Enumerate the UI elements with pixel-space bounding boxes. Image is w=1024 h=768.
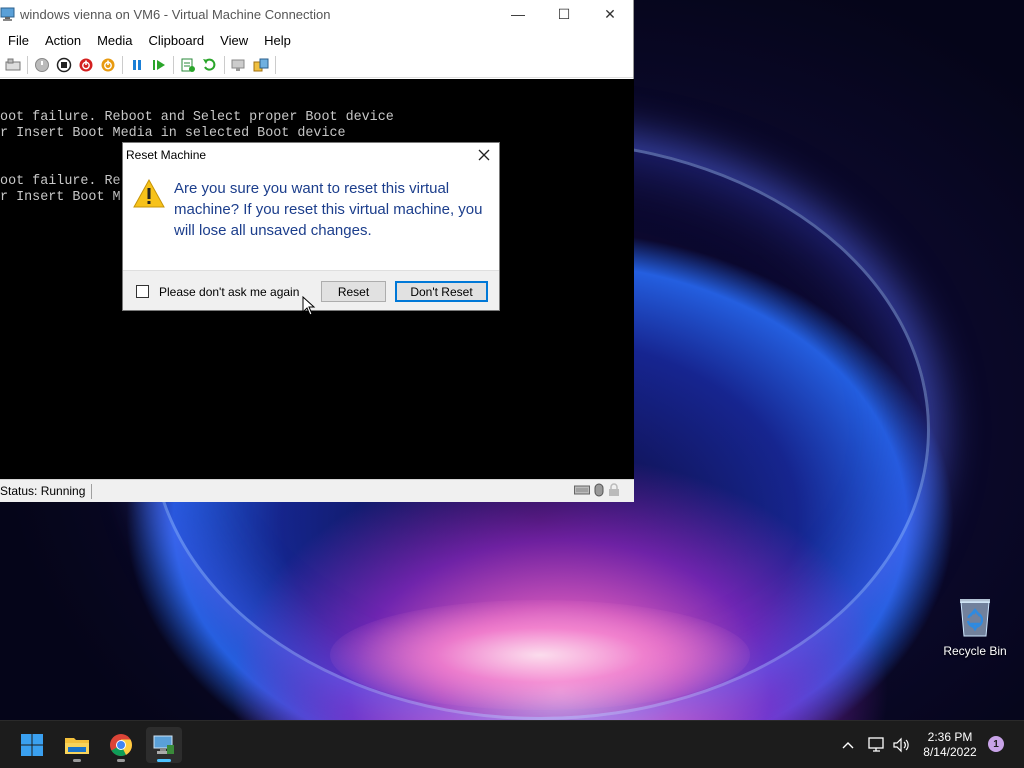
- windows-logo-icon: [21, 734, 43, 756]
- folder-icon: [65, 738, 89, 754]
- ctrl-alt-del-icon[interactable]: [2, 54, 24, 76]
- share-icon[interactable]: [250, 54, 272, 76]
- maximize-button[interactable]: ☐: [541, 0, 587, 28]
- menu-media[interactable]: Media: [89, 33, 140, 48]
- taskbar: 2:36 PM 8/14/2022: [0, 720, 1024, 768]
- close-window-button[interactable]: ✕: [587, 0, 633, 28]
- dialog-titlebar[interactable]: Reset Machine: [123, 143, 499, 167]
- system-tray: [838, 721, 914, 768]
- warning-icon: [133, 178, 165, 214]
- toolbar: [0, 52, 633, 78]
- console-line: or Insert Boot Media in selected Boot de…: [0, 126, 346, 141]
- volume-icon[interactable]: [890, 737, 914, 753]
- dialog-body: Are you sure you want to reset this virt…: [123, 167, 499, 270]
- clock-time: 2:36 PM: [927, 730, 973, 744]
- notification-badge[interactable]: 1: [988, 736, 1004, 752]
- window-titlebar[interactable]: windows vienna on VM6 - Virtual Machine …: [0, 0, 633, 28]
- toolbar-separator: [224, 55, 225, 74]
- toolbar-separator: [122, 55, 123, 74]
- dont-ask-again-checkbox[interactable]: [136, 285, 149, 298]
- start-icon[interactable]: [31, 54, 53, 76]
- active-indicator: [157, 759, 171, 762]
- menu-file[interactable]: File: [0, 33, 37, 48]
- revert-icon[interactable]: [199, 54, 221, 76]
- toolbar-separator: [173, 55, 174, 74]
- recycle-bin-label: Recycle Bin: [943, 644, 1007, 658]
- wallpaper-glow: [330, 600, 750, 710]
- clock[interactable]: 2:36 PM 8/14/2022: [912, 730, 988, 760]
- show-hidden-icons-chevron-icon[interactable]: [838, 741, 858, 749]
- menu-action[interactable]: Action: [37, 33, 89, 48]
- console-line: Boot failure. Reboot and Select proper B…: [0, 110, 394, 125]
- mouse-icon: [594, 483, 604, 500]
- menu-help[interactable]: Help: [256, 33, 299, 48]
- reset-machine-dialog: Reset Machine Are you sure you want to r…: [122, 142, 500, 311]
- menu-view[interactable]: View: [212, 33, 256, 48]
- running-indicator: [73, 759, 81, 762]
- chrome-icon: [110, 734, 132, 756]
- save-icon[interactable]: [97, 54, 119, 76]
- resume-icon[interactable]: [148, 54, 170, 76]
- vm-connection-app-icon: [0, 6, 16, 22]
- close-icon: [478, 149, 490, 161]
- lock-icon: [608, 482, 620, 500]
- dialog-title: Reset Machine: [126, 148, 207, 162]
- turn-off-icon[interactable]: [53, 54, 75, 76]
- menu-bar: File Action Media Clipboard View Help: [0, 28, 633, 52]
- dont-reset-button[interactable]: Don't Reset: [395, 281, 488, 302]
- console-line: Boot failure. Re: [0, 174, 121, 189]
- toolbar-separator: [27, 55, 28, 74]
- pause-icon[interactable]: [126, 54, 148, 76]
- reset-button[interactable]: Reset: [321, 281, 386, 302]
- recycle-bin[interactable]: Recycle Bin: [940, 596, 1010, 658]
- menu-clipboard[interactable]: Clipboard: [141, 33, 213, 48]
- chrome-button[interactable]: [103, 727, 139, 763]
- toolbar-separator: [275, 55, 276, 74]
- dialog-close-button[interactable]: [469, 143, 499, 167]
- checkpoint-icon[interactable]: [177, 54, 199, 76]
- clock-date: 8/14/2022: [923, 745, 977, 759]
- running-indicator: [117, 759, 125, 762]
- network-icon[interactable]: [864, 737, 890, 753]
- file-explorer-button[interactable]: [59, 727, 95, 763]
- start-button[interactable]: [14, 727, 50, 763]
- vm-status-text: Status: Running: [0, 483, 93, 499]
- minimize-button[interactable]: —: [495, 0, 541, 28]
- console-line: or Insert Boot M: [0, 190, 121, 205]
- window-title: windows vienna on VM6 - Virtual Machine …: [20, 6, 331, 22]
- shut-down-icon[interactable]: [75, 54, 97, 76]
- keyboard-icon: [574, 484, 590, 499]
- vm-connection-icon: [153, 735, 174, 754]
- status-bar: Status: Running: [0, 479, 634, 502]
- recycle-bin-icon: [958, 596, 992, 638]
- mouse-cursor-icon: [302, 295, 316, 321]
- dialog-message: Are you sure you want to reset this virt…: [174, 180, 483, 239]
- enhanced-session-icon[interactable]: [228, 54, 250, 76]
- dont-ask-again-label[interactable]: Please don't ask me again: [159, 285, 299, 299]
- vm-connection-taskbar-button[interactable]: [146, 727, 182, 763]
